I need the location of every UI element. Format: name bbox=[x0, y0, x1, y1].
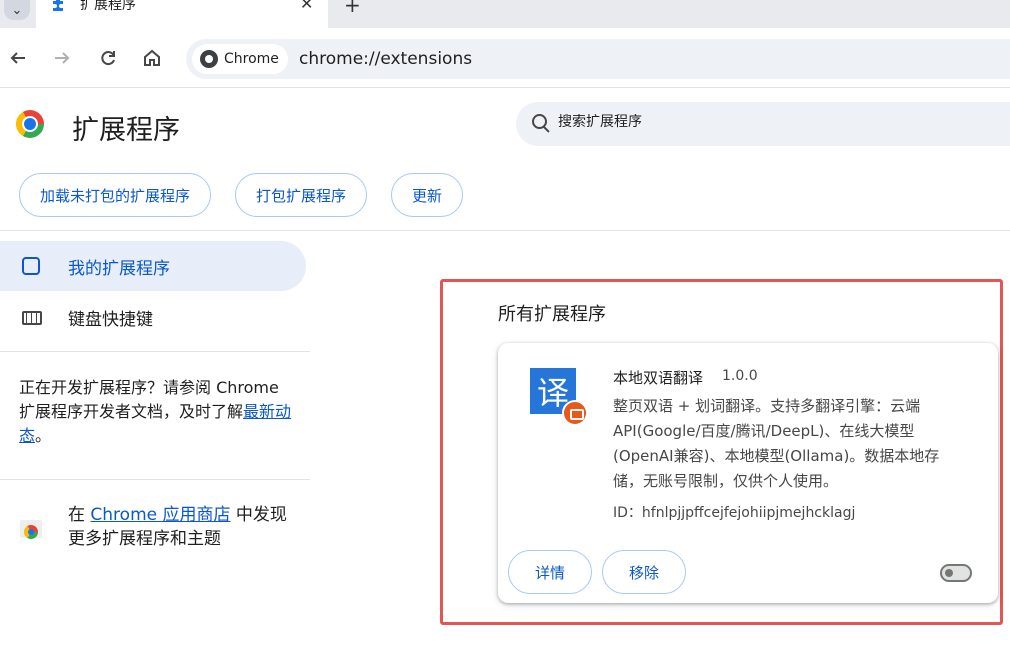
camera-badge-icon bbox=[562, 400, 588, 426]
search-input[interactable] bbox=[558, 114, 978, 130]
search-icon bbox=[532, 114, 550, 132]
home-icon[interactable] bbox=[138, 44, 166, 72]
web-store-icon bbox=[20, 516, 44, 539]
extension-id: ID：hfnlpjjpffcejfejohiipjmejhcklagj bbox=[613, 505, 856, 521]
chrome-logo-icon bbox=[16, 110, 44, 138]
toggle-knob bbox=[945, 569, 953, 577]
section-title: 所有扩展程序 bbox=[498, 304, 606, 325]
sidebar-item-my-extensions[interactable]: 我的扩展程序 bbox=[0, 241, 306, 291]
details-button[interactable]: 详情 bbox=[508, 550, 592, 594]
tab-strip: ⌄ 扩展程序 ✕ + bbox=[0, 0, 1010, 28]
puzzle-icon bbox=[22, 257, 40, 275]
forward-arrow-icon[interactable] bbox=[48, 44, 76, 72]
developer-note-suffix: 。 bbox=[35, 426, 52, 445]
tab-search-chevron-icon[interactable]: ⌄ bbox=[4, 0, 30, 20]
extension-version: 1.0.0 bbox=[722, 368, 758, 384]
extension-name: 本地双语翻译 bbox=[613, 369, 704, 387]
page-title: 扩展程序 bbox=[72, 115, 180, 146]
reload-icon[interactable] bbox=[94, 44, 122, 72]
web-store-note-prefix: 在 bbox=[68, 505, 91, 525]
browser-toolbar: Chrome chrome://extensions bbox=[0, 28, 1010, 88]
developer-note-text: 正在开发扩展程序？请参阅 Chrome 扩展程序开发者文档，及时了解 bbox=[19, 378, 279, 421]
extension-description: 整页双语 + 划词翻译。支持多翻译引擎：云端API(Google/百度/腾讯/D… bbox=[613, 397, 940, 490]
tab-title: 扩展程序 bbox=[80, 0, 136, 13]
sidebar-divider bbox=[0, 351, 310, 352]
chip-label: Chrome bbox=[224, 51, 279, 67]
sidebar-item-keyboard-shortcuts[interactable]: 键盘快捷键 bbox=[0, 292, 306, 342]
chrome-logo-icon bbox=[200, 50, 218, 68]
load-unpacked-button[interactable]: 加载未打包的扩展程序 bbox=[19, 173, 212, 217]
web-store-note: 在 Chrome 应用商店 中发现更多扩展程序和主题 bbox=[68, 503, 288, 551]
enable-toggle[interactable] bbox=[940, 564, 972, 582]
sidebar-item-label: 我的扩展程序 bbox=[68, 258, 170, 279]
keyboard-icon bbox=[22, 311, 42, 325]
web-store-link[interactable]: Chrome 应用商店 bbox=[90, 505, 230, 525]
sidebar-divider bbox=[0, 479, 310, 480]
back-arrow-icon[interactable] bbox=[4, 44, 32, 72]
update-button[interactable]: 更新 bbox=[391, 173, 464, 217]
new-tab-icon[interactable]: + bbox=[344, 0, 361, 17]
tab-extensions[interactable]: 扩展程序 ✕ bbox=[36, 0, 328, 28]
puzzle-icon bbox=[50, 0, 68, 14]
close-tab-icon[interactable]: ✕ bbox=[300, 0, 313, 13]
remove-button[interactable]: 移除 bbox=[602, 550, 686, 594]
developer-buttons: 加载未打包的扩展程序 打包扩展程序 更新 bbox=[19, 173, 464, 217]
sidebar-item-label: 键盘快捷键 bbox=[68, 309, 153, 330]
url-text[interactable]: chrome://extensions bbox=[299, 49, 472, 69]
address-bar[interactable]: Chrome chrome://extensions bbox=[186, 39, 1010, 79]
developer-note: 正在开发扩展程序？请参阅 Chrome 扩展程序开发者文档，及时了解最新动态。 bbox=[19, 376, 299, 448]
header-divider bbox=[0, 230, 1010, 231]
pack-extension-button[interactable]: 打包扩展程序 bbox=[235, 173, 368, 217]
extension-card: 译 本地双语翻译 1.0.0 整页双语 + 划词翻译。支持多翻译引擎：云端API… bbox=[498, 343, 998, 603]
search-box[interactable] bbox=[516, 102, 1010, 146]
site-info-chip[interactable]: Chrome bbox=[192, 44, 288, 74]
